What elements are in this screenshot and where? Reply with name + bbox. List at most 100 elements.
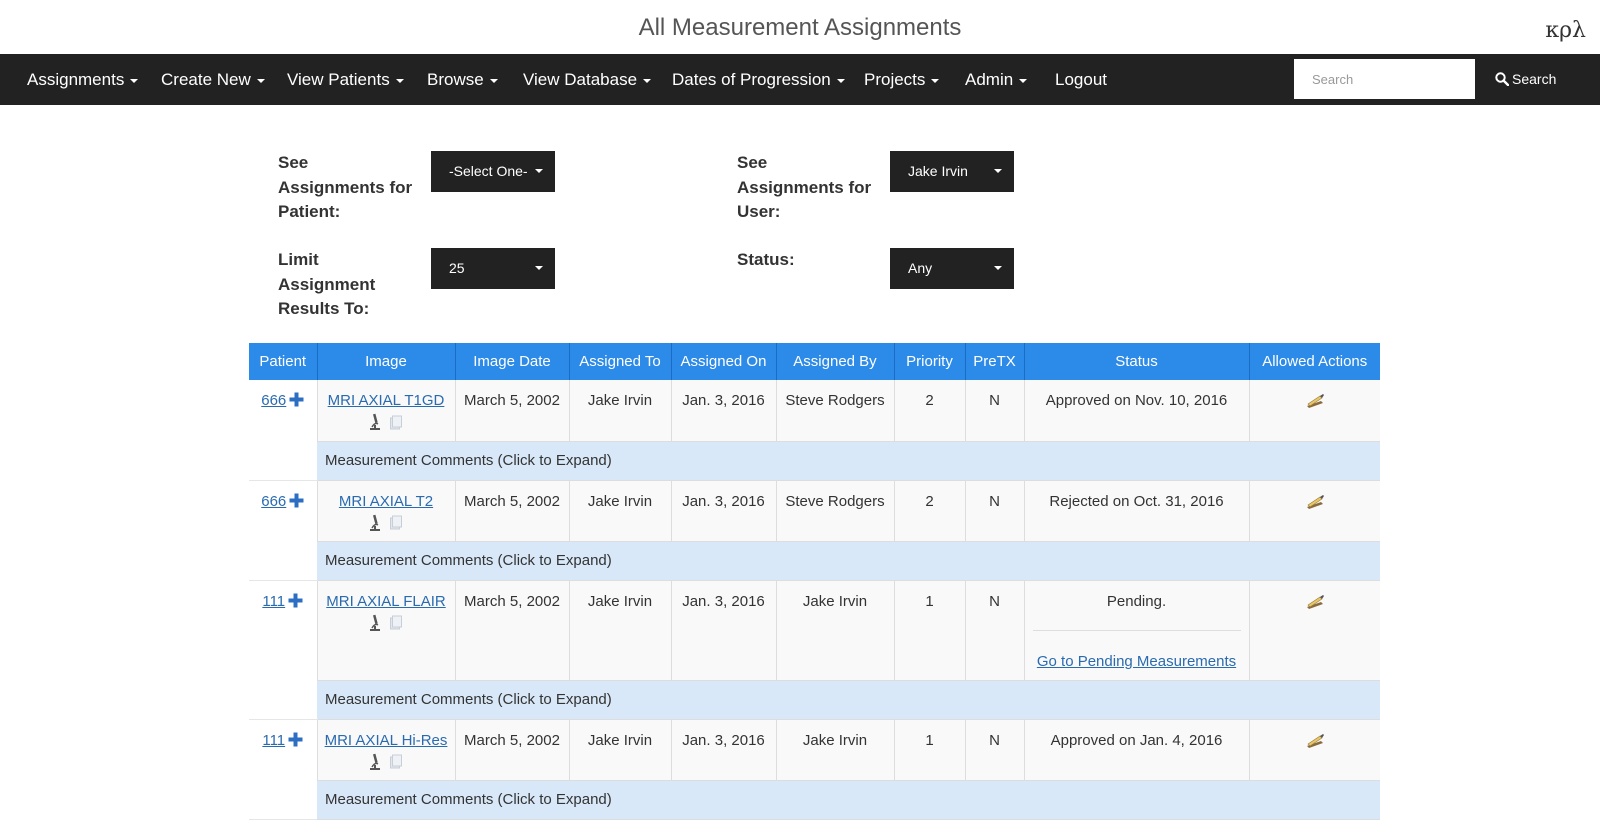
nav-dates-of-progression[interactable]: Dates of Progression — [672, 54, 845, 105]
column-header[interactable]: Assigned To — [568, 343, 671, 380]
nav-view-database[interactable]: View Database — [523, 54, 652, 105]
status-cell: Rejected on Oct. 31, 2016 — [1023, 480, 1249, 542]
image-icons — [318, 753, 455, 775]
edit-pencil-icon[interactable] — [1305, 732, 1325, 752]
actions-cell — [1248, 480, 1380, 542]
microscope-icon[interactable] — [369, 514, 381, 536]
pretx-cell: N — [964, 480, 1024, 542]
assignments-table: Patient Image Image Date Assigned To Ass… — [249, 343, 1380, 820]
edit-pencil-icon[interactable] — [1305, 392, 1325, 412]
actions-cell — [1248, 719, 1380, 781]
copy-icon[interactable] — [389, 515, 403, 534]
patient-filter-label-line: Assignments for — [278, 177, 413, 197]
edit-pencil-icon[interactable] — [1305, 493, 1325, 513]
column-header[interactable]: Assigned On — [670, 343, 776, 380]
table-row: 666 MRI AXIAL T1GD March 5, 2002 Jake Irvin… — [249, 380, 1380, 481]
table-row: 111 MRI AXIAL FLAIR March 5, 2002 Jake Irvi… — [249, 580, 1380, 720]
image-link[interactable]: MRI AXIAL Hi-Res — [325, 732, 448, 749]
caret-down-icon — [256, 78, 265, 83]
user-filter-label-line: See — [737, 153, 768, 172]
status-filter-label: Status: — [737, 250, 795, 269]
nav-browse[interactable]: Browse — [427, 54, 498, 105]
column-header[interactable]: Image Date — [454, 343, 569, 380]
nav-view-patients-label: View Patients — [287, 70, 390, 89]
image-link[interactable]: MRI AXIAL T1GD — [328, 392, 445, 409]
priority-cell: 1 — [893, 580, 965, 681]
copy-icon[interactable] — [389, 415, 403, 434]
status-text: Pending. — [1106, 592, 1167, 610]
column-header[interactable]: PreTX — [964, 343, 1024, 380]
comments-row: Measurement Comments (Click to Expand) — [249, 441, 1380, 481]
plus-icon[interactable] — [289, 493, 304, 512]
title-bar: All Measurement Assignments κρλ — [0, 0, 1600, 54]
patient-link[interactable]: 666 — [261, 392, 286, 409]
plus-icon[interactable] — [289, 392, 304, 411]
microscope-icon[interactable] — [369, 753, 381, 775]
caret-down-icon — [1019, 78, 1028, 83]
patient-link[interactable]: 111 — [262, 593, 285, 610]
caret-down-icon — [994, 266, 1002, 270]
measurement-comments-toggle[interactable]: Measurement Comments (Click to Expand) — [317, 680, 1380, 720]
column-header[interactable]: Priority — [893, 343, 965, 380]
nav-create-new[interactable]: Create New — [161, 54, 265, 105]
patient-filter-label-line: Patient: — [278, 202, 341, 221]
nav-projects[interactable]: Projects — [864, 54, 940, 105]
patient-cell: 111 — [249, 719, 317, 820]
plus-icon[interactable] — [288, 593, 303, 612]
image-link[interactable]: MRI AXIAL FLAIR — [326, 593, 445, 610]
image-link[interactable]: MRI AXIAL T2 — [339, 493, 433, 510]
table-header-row: Patient Image Image Date Assigned To Ass… — [249, 343, 1380, 380]
assigned-by-cell: Steve Rodgers — [775, 480, 894, 542]
limit-select[interactable]: 25 — [431, 248, 555, 289]
column-header[interactable]: Image — [316, 343, 455, 380]
pretx-cell: N — [964, 719, 1024, 781]
copy-icon[interactable] — [389, 615, 403, 634]
comments-row: Measurement Comments (Click to Expand) — [249, 680, 1380, 720]
nav-dates-of-progression-label: Dates of Progression — [672, 70, 831, 89]
microscope-icon[interactable] — [369, 413, 381, 435]
nav-view-patients[interactable]: View Patients — [287, 54, 404, 105]
measurement-comments-toggle[interactable]: Measurement Comments (Click to Expand) — [317, 441, 1380, 481]
priority-cell: 2 — [893, 380, 965, 442]
status-select[interactable]: Any — [890, 248, 1014, 289]
brand-logo[interactable]: κρλ — [1545, 18, 1586, 43]
measurement-comments-toggle[interactable]: Measurement Comments (Click to Expand) — [317, 541, 1380, 581]
assigned-by-cell: Steve Rodgers — [775, 380, 894, 442]
image-cell: MRI AXIAL T1GD — [316, 380, 455, 442]
edit-pencil-icon[interactable] — [1305, 593, 1325, 613]
patient-link[interactable]: 111 — [262, 732, 285, 749]
user-select-value: Jake Irvin — [908, 163, 968, 179]
nav-view-database-label: View Database — [523, 70, 638, 89]
pending-measurements-link[interactable]: Go to Pending Measurements — [1037, 653, 1236, 670]
patient-filter-label-line: See — [278, 153, 309, 172]
nav-assignments[interactable]: Assignments — [27, 54, 139, 105]
column-header[interactable]: Assigned By — [775, 343, 894, 380]
assigned-to-cell: Jake Irvin — [568, 480, 671, 542]
table-row: 111 MRI AXIAL Hi-Res March 5, 2002 Jake Irv… — [249, 719, 1380, 820]
measurement-comments-toggle[interactable]: Measurement Comments (Click to Expand) — [317, 780, 1380, 820]
search-input[interactable] — [1294, 59, 1475, 99]
patient-select[interactable]: -Select One- — [431, 151, 555, 192]
plus-icon[interactable] — [288, 732, 303, 751]
search-button[interactable]: Search — [1495, 54, 1556, 105]
nav-admin[interactable]: Admin — [965, 54, 1028, 105]
patient-cell: 111 — [249, 580, 317, 720]
pretx-cell: N — [964, 580, 1024, 681]
column-header[interactable]: Allowed Actions — [1248, 343, 1380, 380]
nav-assignments-label: Assignments — [27, 70, 125, 89]
nav-logout-label: Logout — [1055, 70, 1107, 89]
nav-create-new-label: Create New — [161, 70, 251, 89]
assigned-to-cell: Jake Irvin — [568, 380, 671, 442]
user-select[interactable]: Jake Irvin — [890, 151, 1014, 192]
comments-row: Measurement Comments (Click to Expand) — [249, 541, 1380, 581]
patient-link[interactable]: 666 — [261, 493, 286, 510]
limit-filter-label: Limit Assignment Results To: — [278, 248, 375, 322]
caret-down-icon — [643, 78, 652, 83]
microscope-icon[interactable] — [369, 614, 381, 636]
column-header[interactable]: Patient — [249, 343, 317, 380]
nav-logout[interactable]: Logout — [1055, 54, 1107, 105]
copy-icon[interactable] — [389, 754, 403, 773]
main-navbar: Assignments Create New View Patients Bro… — [0, 54, 1600, 105]
nav-admin-label: Admin — [965, 70, 1014, 89]
column-header[interactable]: Status — [1023, 343, 1249, 380]
